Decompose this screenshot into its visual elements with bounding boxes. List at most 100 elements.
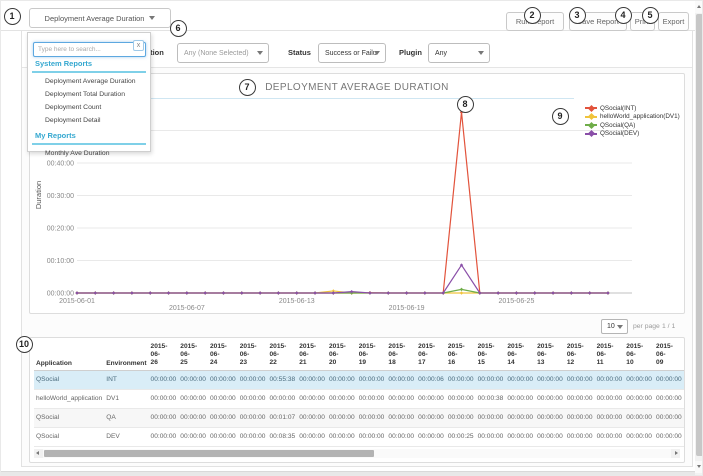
duration-cell: 00:00:00: [535, 370, 565, 390]
duration-cell: 00:00:00: [654, 427, 684, 447]
date-column-header: 2015-06- 18: [386, 340, 417, 371]
duration-cell: 00:00:00: [237, 370, 268, 390]
report-list-item[interactable]: Deployment Detail: [28, 114, 150, 127]
date-column-header: 2015-06- 09: [654, 340, 684, 371]
duration-cell: 00:00:00: [208, 389, 238, 409]
duration-cell: 00:00:00: [624, 389, 655, 409]
date-header-day: 10: [626, 358, 634, 366]
export-button[interactable]: Export: [658, 12, 689, 31]
scroll-down-icon[interactable]: [695, 461, 702, 473]
date-header-prefix: 2015-06-: [596, 342, 614, 358]
svg-text:00:40:00: 00:40:00: [47, 161, 74, 168]
report-page: Deployment Average Duration Run Report S…: [0, 0, 703, 476]
duration-cell: 00:00:00: [356, 408, 387, 428]
report-selector-label: Deployment Average Duration: [44, 13, 145, 23]
date-header-day: 15: [477, 358, 485, 366]
duration-cell: 00:00:00: [237, 408, 268, 428]
table-row[interactable]: QSocial DEV 00:00:00 00:00:00 00:00:00 00:00:…: [34, 427, 684, 447]
environment-column-header: Environment: [104, 340, 149, 371]
duration-cell: 00:00:00: [535, 427, 565, 447]
environment-cell: QA: [104, 408, 149, 428]
duration-cell: 00:00:00: [445, 408, 476, 428]
svg-text:00:00:00: 00:00:00: [47, 291, 74, 298]
date-header-prefix: 2015-06-: [626, 342, 644, 358]
duration-cell: 00:00:00: [326, 427, 357, 447]
duration-cell: 00:00:00: [326, 370, 357, 390]
duration-cell: 00:00:00: [297, 408, 327, 428]
results-table: Application Environment 2015-06- 26 2015-06-…: [34, 340, 684, 447]
annotation-circle: 2: [523, 6, 541, 24]
date-header-day: 18: [388, 358, 396, 366]
duration-cell: 00:00:00: [535, 408, 565, 428]
duration-cell: 00:00:00: [148, 389, 179, 409]
section-divider: [32, 71, 146, 73]
table-row[interactable]: QSocial INT 00:00:00 00:00:00 00:00:00 00:00:…: [34, 370, 684, 390]
duration-cell: 00:00:00: [178, 427, 209, 447]
hscroll-thumb[interactable]: [44, 450, 374, 457]
table-horizontal-scrollbar[interactable]: [34, 449, 680, 458]
scroll-right-icon[interactable]: [671, 449, 680, 458]
report-selector-dropdown[interactable]: Deployment Average Duration: [29, 8, 171, 28]
date-header-prefix: 2015-06-: [388, 342, 406, 358]
duration-cell: 00:00:00: [594, 389, 625, 409]
page-size-select[interactable]: 10: [601, 319, 628, 334]
date-header-prefix: 2015-06-: [328, 342, 346, 358]
page-indicator: 1 / 1: [662, 323, 676, 330]
date-header-prefix: 2015-06-: [180, 342, 198, 358]
date-column-header: 2015-06- 24: [208, 340, 238, 371]
duration-cell: 00:00:00: [297, 389, 327, 409]
annotation-circle: 6: [169, 19, 187, 37]
duration-cell: 00:00:00: [624, 408, 655, 428]
duration-cell: 00:00:00: [475, 370, 506, 390]
page-horizontal-scrollbar[interactable]: [1, 471, 695, 475]
duration-cell: 00:00:00: [564, 370, 595, 390]
date-header-day: 12: [566, 358, 575, 366]
clear-search-icon[interactable]: x: [133, 40, 144, 51]
plugin-filter-value: Any: [435, 49, 448, 57]
duration-cell: 00:08:35: [267, 427, 298, 447]
date-column-header: 2015-06- 26: [148, 340, 179, 371]
duration-cell: 00:00:00: [416, 408, 446, 428]
date-header-day: 24: [210, 358, 218, 366]
annotation-circle: 4: [614, 6, 632, 24]
page-vertical-scrollbar[interactable]: [695, 1, 702, 475]
duration-cell: 00:01:07: [267, 408, 298, 428]
duration-cell: 00:00:00: [267, 389, 298, 409]
table-row[interactable]: helloWorld_application DV1 00:00:00 00:00:0…: [34, 389, 684, 409]
duration-cell: 00:00:00: [654, 370, 684, 390]
duration-cell: 00:00:00: [386, 389, 417, 409]
duration-cell: 00:00:00: [148, 370, 179, 390]
duration-cell: 00:00:00: [505, 370, 536, 390]
scroll-left-icon[interactable]: [34, 449, 43, 458]
svg-text:2015-06-19: 2015-06-19: [389, 305, 425, 312]
report-list-item[interactable]: Monthly Ave Duration: [28, 147, 150, 160]
table-row[interactable]: QSocial QA 00:00:00 00:00:00 00:00:00 00:00:0…: [34, 408, 684, 428]
date-header-prefix: 2015-06-: [477, 342, 495, 358]
svg-text:00:30:00: 00:30:00: [47, 193, 74, 200]
application-filter-value: Any (None Selected): [184, 49, 249, 57]
date-header-day: 11: [596, 358, 604, 366]
report-list-item[interactable]: Deployment Count: [28, 101, 150, 114]
legend-entry: QSocial(DEV): [585, 130, 680, 139]
vscroll-thumb[interactable]: [696, 14, 702, 456]
date-column-header: 2015-06- 21: [297, 340, 327, 371]
environment-cell: INT: [104, 370, 149, 390]
plugin-filter-select[interactable]: Any: [428, 43, 490, 63]
date-column-header: 2015-06- 25: [178, 340, 209, 371]
annotation-circle: 3: [568, 6, 586, 24]
date-column-header: 2015-06- 12: [564, 340, 595, 371]
report-list-item[interactable]: Deployment Average Duration: [28, 75, 150, 88]
date-header-prefix: 2015-06-: [239, 342, 257, 358]
date-header-prefix: 2015-06-: [566, 342, 584, 358]
duration-cell: 00:00:00: [237, 427, 268, 447]
duration-cell: 00:00:00: [386, 370, 417, 390]
duration-cell: 00:00:06: [416, 370, 446, 390]
page-size-value: 10: [607, 323, 615, 330]
application-cell: QSocial: [34, 370, 105, 390]
report-list-item[interactable]: Deployment Total Duration: [28, 88, 150, 101]
application-filter-dropdown[interactable]: Any (None Selected): [177, 43, 269, 63]
status-filter-select[interactable]: Success or Failu: [318, 43, 386, 63]
scroll-up-icon[interactable]: [695, 1, 702, 13]
date-header-day: 21: [299, 358, 307, 366]
application-cell: QSocial: [34, 427, 105, 447]
